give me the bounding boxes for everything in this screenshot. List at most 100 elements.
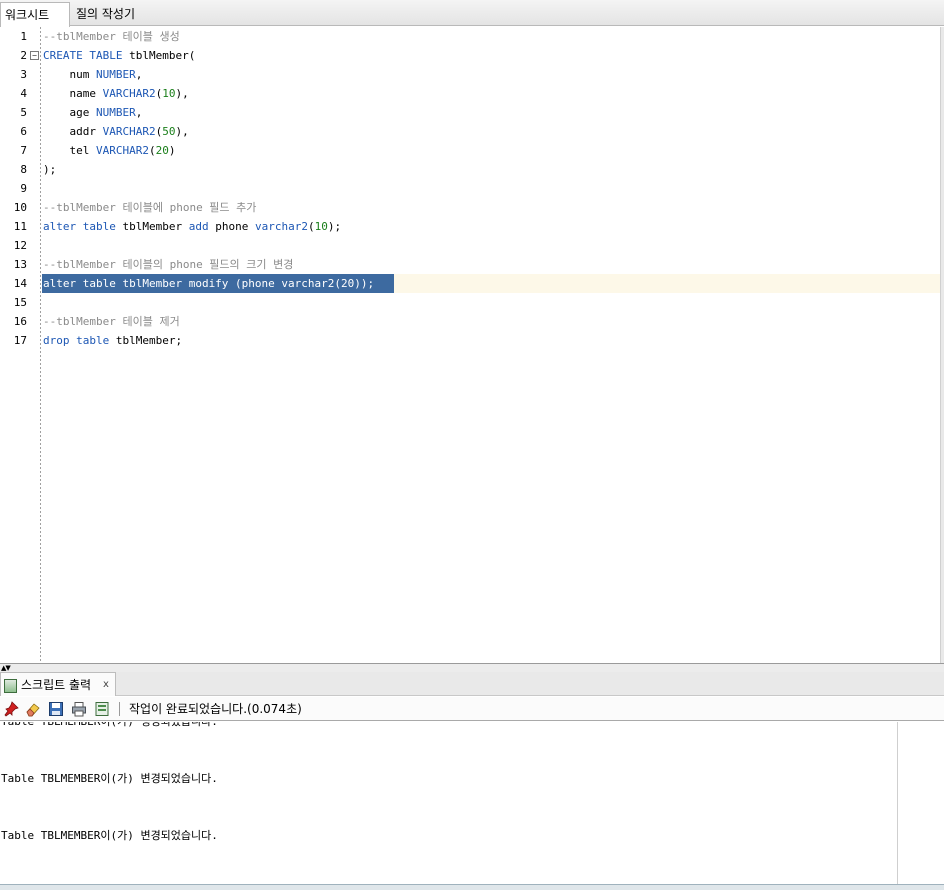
line-number: 5 — [20, 106, 27, 119]
output-panel-tabbar: 스크립트 출력 x — [0, 672, 944, 696]
sql-comment: --tblMember 테이블에 phone 필드 추가 — [43, 201, 257, 214]
line-number: 8 — [20, 163, 27, 176]
sql-keyword: VARCHAR2 — [102, 87, 156, 100]
code-line[interactable]: --tblMember 테이블에 phone 필드 추가 — [43, 198, 256, 217]
open-file-icon[interactable] — [94, 701, 110, 717]
line-number: 6 — [20, 125, 27, 138]
tab-script-output-label: 스크립트 출력 — [21, 678, 92, 692]
sql-keyword: table — [82, 220, 116, 233]
code-token: ); — [43, 163, 57, 176]
splitter-arrows-icon[interactable]: ▲▼ — [1, 664, 11, 672]
line-number: 12 — [13, 239, 27, 252]
line-number: 16 — [13, 315, 27, 328]
sql-keyword: CREATE — [43, 49, 83, 62]
sql-number: 20 — [155, 144, 169, 157]
code-token: , — [135, 106, 143, 119]
code-token: ( — [307, 220, 315, 233]
code-token: phone — [208, 220, 255, 233]
tab-worksheet[interactable]: 워크시트 — [0, 2, 70, 27]
code-token: name — [43, 87, 103, 100]
line-number: 4 — [20, 87, 27, 100]
pin-icon[interactable] — [3, 701, 19, 717]
line-number: 2 — [20, 49, 27, 62]
code-token: ) — [168, 144, 176, 157]
sql-keyword: alter — [43, 220, 77, 233]
output-side-pane — [897, 722, 944, 884]
sql-keyword: table — [76, 334, 110, 347]
sql-comment: --tblMember 테이블 생성 — [43, 30, 180, 43]
sql-keyword: drop — [43, 334, 70, 347]
sql-comment: --tblMember 테이블의 phone 필드의 크기 변경 — [43, 258, 294, 271]
tab-query-builder[interactable]: 질의 작성기 — [72, 2, 152, 26]
script-output-icon — [4, 679, 17, 693]
code-token: ), — [175, 87, 189, 100]
output-line: Table TBLMEMBER이(가) 변경되었습니다. — [1, 772, 218, 785]
sql-keyword: NUMBER — [95, 106, 136, 119]
code-token: age — [43, 106, 96, 119]
code-line[interactable]: num NUMBER, — [43, 65, 142, 84]
output-line: Table TBLMEMBER이(가) 생성되었습니다. — [1, 722, 218, 731]
code-token: ( — [148, 144, 156, 157]
code-line[interactable]: ); — [43, 160, 56, 179]
output-line: Table TBLMEMBER이(가) 변경되었습니다. — [1, 829, 218, 842]
code-line[interactable]: age NUMBER, — [43, 103, 142, 122]
code-line[interactable]: --tblMember 테이블 생성 — [43, 27, 180, 46]
code-line[interactable]: drop table tblMember; — [43, 331, 182, 350]
line-number: 17 — [13, 334, 27, 347]
line-number-gutter: 1 2 3 4 5 6 7 8 9 10 11 12 13 14 15 16 17 — [0, 27, 42, 663]
script-output-area[interactable]: Table TBLMEMBER이(가) 생성되었습니다. Table TBLMEM… — [0, 722, 898, 884]
sql-keyword: varchar2 — [254, 220, 308, 233]
eraser-icon[interactable] — [25, 701, 41, 717]
line-number: 11 — [13, 220, 27, 233]
code-line[interactable]: --tblMember 테이블의 phone 필드의 크기 변경 — [43, 255, 293, 274]
sql-number: 10 — [314, 220, 328, 233]
output-toolbar: 작업이 완료되었습니다.(0.074초) — [0, 697, 944, 721]
sql-editor[interactable]: 1 2 3 4 5 6 7 8 9 10 11 12 13 14 15 16 17 − --tblMember … — [0, 27, 944, 663]
save-icon[interactable] — [48, 701, 64, 717]
sql-keyword: TABLE — [89, 49, 123, 62]
code-line[interactable]: --tblMember 테이블 제거 — [43, 312, 180, 331]
sql-keyword: VARCHAR2 — [95, 144, 149, 157]
sql-number: 10 — [162, 87, 176, 100]
code-token: alter table tblMember modify (phone varc… — [43, 277, 375, 290]
line-number: 1 — [20, 30, 27, 43]
sql-number: 50 — [162, 125, 176, 138]
document-tab-strip: 워크시트 질의 작성기 — [0, 0, 944, 27]
sql-keyword: add — [188, 220, 209, 233]
line-number: 15 — [13, 296, 27, 309]
code-line[interactable]: tel VARCHAR2(20) — [43, 141, 175, 160]
code-token: num — [43, 68, 96, 81]
print-icon[interactable] — [71, 701, 87, 717]
code-line[interactable]: addr VARCHAR2(50), — [43, 122, 189, 141]
gutter-divider — [40, 27, 41, 663]
sql-keyword: VARCHAR2 — [102, 125, 156, 138]
editor-vertical-scrollbar[interactable] — [940, 27, 944, 663]
code-token: addr — [43, 125, 103, 138]
code-line[interactable]: alter table tblMember add phone varchar2… — [43, 217, 341, 236]
line-number: 13 — [13, 258, 27, 271]
code-token: tblMember; — [109, 334, 183, 347]
code-token: ); — [327, 220, 342, 233]
code-token: ), — [175, 125, 189, 138]
bottom-status-strip — [0, 884, 944, 890]
code-line-selected[interactable]: alter table tblMember modify (phone varc… — [43, 274, 374, 293]
sql-keyword: NUMBER — [95, 68, 136, 81]
code-token: tel — [43, 144, 96, 157]
line-number: 9 — [20, 182, 27, 195]
line-number: 10 — [13, 201, 27, 214]
code-token: , — [135, 68, 143, 81]
fold-collapse-icon[interactable]: − — [30, 51, 39, 60]
code-token: tblMember — [115, 220, 189, 233]
line-number: 7 — [20, 144, 27, 157]
tab-script-output[interactable]: 스크립트 출력 x — [0, 672, 116, 696]
code-line[interactable]: CREATE TABLE tblMember( — [43, 46, 195, 65]
line-number: 3 — [20, 68, 27, 81]
status-message: 작업이 완료되었습니다.(0.074초) — [129, 702, 302, 716]
code-line[interactable]: name VARCHAR2(10), — [43, 84, 189, 103]
panel-splitter[interactable]: ▲▼ — [0, 663, 944, 672]
close-tab-icon[interactable]: x — [103, 673, 109, 697]
line-number: 14 — [13, 277, 27, 290]
toolbar-separator — [119, 702, 120, 716]
sql-comment: --tblMember 테이블 제거 — [43, 315, 180, 328]
